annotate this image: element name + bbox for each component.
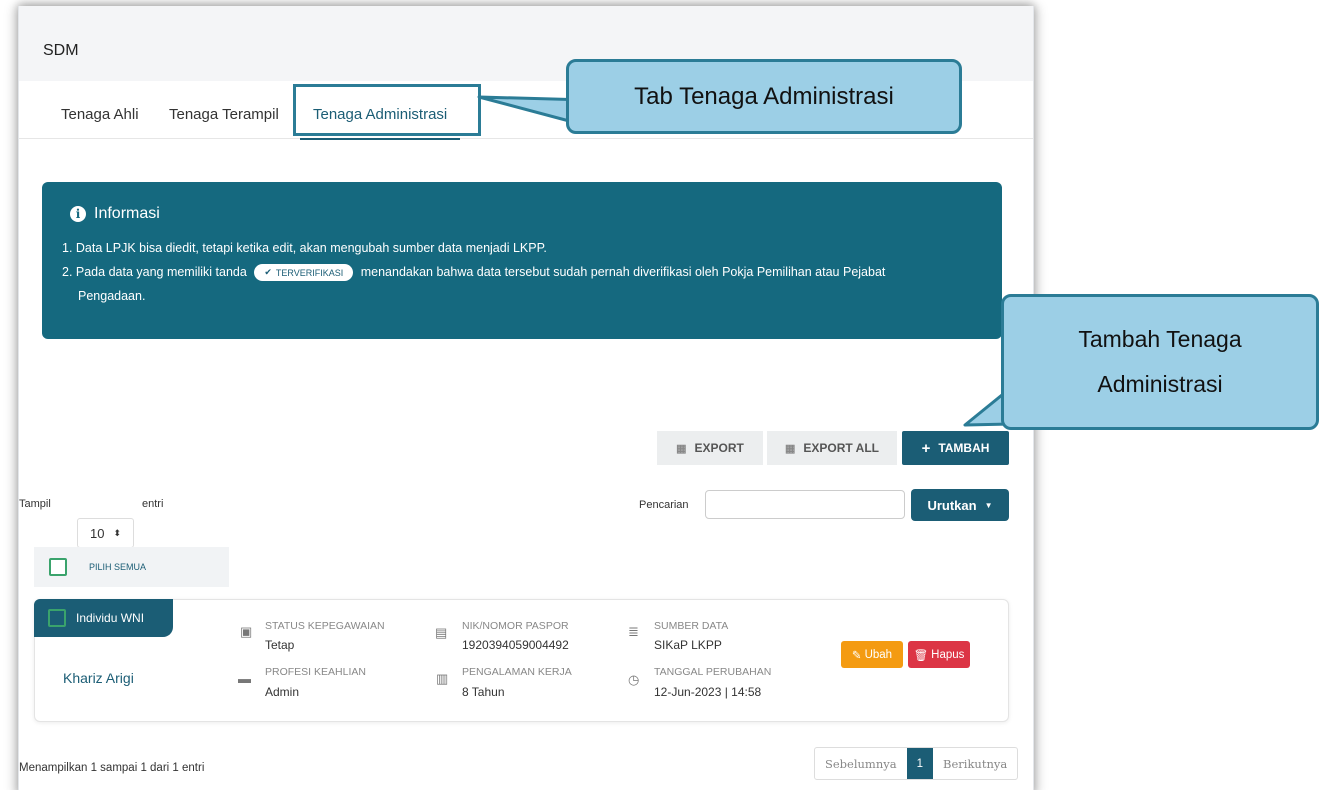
select-all-row: PILIH SEMUA (34, 547, 229, 587)
sort-button[interactable]: Urutkan ▼ (911, 489, 1009, 521)
clock-icon: ◷ (628, 672, 640, 687)
updown-icon: ⬍ (113, 527, 121, 538)
page-size-select[interactable]: 10 ⬍ (77, 518, 134, 548)
nik-label: NIK/NOMOR PASPOR (462, 620, 569, 632)
status-value: Tetap (265, 638, 295, 652)
export-all-button[interactable]: ▦ EXPORT ALL (767, 431, 897, 465)
source-value: SIKaP LKPP (654, 638, 722, 652)
experience-value: 8 Tahun (462, 685, 505, 699)
sort-label: Urutkan (927, 497, 977, 513)
info-title: Informasi (94, 205, 160, 222)
tab-tenaga-administrasi[interactable]: Tenaga Administrasi (313, 106, 447, 123)
delete-button[interactable]: 🗑 Hapus (908, 641, 970, 668)
edit-icon: ✎ (851, 649, 862, 662)
profession-value: Admin (265, 685, 300, 699)
id-card-icon: ▤ (435, 625, 448, 640)
edit-label: Ubah (864, 648, 893, 661)
export-all-label: EXPORT ALL (803, 441, 879, 455)
briefcase-icon: ▬ (238, 671, 251, 686)
record-name[interactable]: Khariz Arigi (63, 670, 134, 686)
tab-callout-text: Tab Tenaga Administrasi (634, 82, 894, 110)
info-line-1: 1. Data LPJK bisa diedit, tetapi ketika … (62, 241, 547, 255)
info-line-3: Pengadaan. (78, 289, 146, 303)
tab-callout: Tab Tenaga Administrasi (566, 59, 962, 134)
tab-tenaga-ahli[interactable]: Tenaga Ahli (61, 106, 139, 123)
info-line-2-start: 2. Pada data yang memiliki tanda (62, 264, 247, 279)
active-tab-underline (300, 138, 460, 140)
next-page-button[interactable]: Berikutnya (933, 748, 1017, 779)
page-size-value: 10 (89, 525, 105, 541)
search-input[interactable] (705, 490, 905, 519)
edit-button[interactable]: ✎ Ubah (841, 641, 903, 668)
table-icon: ▦ (785, 442, 796, 455)
info-icon: i (70, 206, 86, 222)
entries-label: entri (142, 498, 164, 510)
status-label: STATUS KEPEGAWAIAN (265, 620, 385, 632)
check-icon: ✔ (264, 267, 272, 277)
delete-label: Hapus (931, 648, 965, 661)
info-panel: i Informasi 1. Data LPJK bisa diedit, te… (42, 182, 1002, 339)
show-label: Tampil (19, 498, 51, 510)
add-label: TAMBAH (938, 441, 990, 455)
add-callout-line-1: Tambah Tenaga (1078, 326, 1242, 352)
prev-page-button[interactable]: Sebelumnya (815, 748, 907, 779)
source-label: SUMBER DATA (654, 620, 729, 632)
nik-value: 1920394059004492 (462, 638, 569, 652)
info-line-2: 2. Pada data yang memiliki tanda ✔ TERVER… (42, 264, 885, 281)
record-type: Individu WNI (76, 611, 145, 625)
list-item: Individu WNI Khariz Arigi ▣ STATUS KEPEG… (34, 599, 1009, 722)
select-all-checkbox[interactable] (49, 558, 67, 576)
info-heading: i Informasi (70, 205, 160, 223)
tab-tenaga-terampil[interactable]: Tenaga Terampil (169, 106, 279, 123)
building-icon: ▥ (436, 671, 449, 686)
trash-icon: 🗑 (913, 649, 929, 662)
changed-label: TANGGAL PERUBAHAN (654, 666, 772, 678)
add-button[interactable]: + TAMBAH (902, 431, 1009, 465)
changed-value: 12-Jun-2023 | 14:58 (654, 685, 762, 699)
select-all-label: PILIH SEMUA (89, 562, 147, 572)
caret-down-icon: ▼ (984, 500, 993, 510)
experience-label: PENGALAMAN KERJA (462, 666, 572, 678)
profession-label: PROFESI KEAHLIAN (265, 666, 366, 678)
plus-icon: + (921, 439, 931, 457)
page-1-button[interactable]: 1 (906, 748, 934, 779)
verified-badge: ✔ TERVERIFIKASI (254, 264, 354, 281)
add-callout-line-2: Administrasi (1097, 371, 1223, 397)
id-badge-icon: ▣ (240, 624, 253, 639)
search-label: Pencarian (639, 499, 689, 511)
table-icon: ▦ (676, 442, 687, 455)
export-button[interactable]: ▦ EXPORT (657, 431, 763, 465)
pagination-summary: Menampilkan 1 sampai 1 dari 1 entri (19, 762, 205, 774)
add-callout: Tambah Tenaga Administrasi (1001, 294, 1319, 430)
verified-badge-label: TERVERIFIKASI (275, 267, 344, 278)
page-title: SDM (43, 42, 79, 59)
record-type-tag: Individu WNI (34, 599, 173, 637)
export-label: EXPORT (694, 441, 744, 455)
record-checkbox[interactable] (48, 609, 66, 627)
database-icon: ≣ (628, 624, 639, 639)
info-line-2-end: menandakan bahwa data tersebut sudah per… (360, 264, 886, 279)
pagination: Sebelumnya 1 Berikutnya (814, 747, 1019, 780)
